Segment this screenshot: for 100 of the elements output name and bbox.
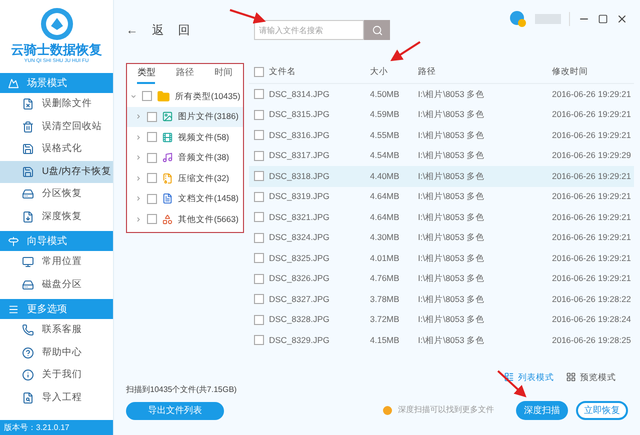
expand-caret-icon[interactable] [135,195,142,202]
table-cell: DSC_8316.JPG [269,128,330,142]
checkbox[interactable] [254,150,264,161]
expand-caret-icon[interactable] [135,134,142,141]
sidebar-item[interactable]: 帮助中心 [0,342,113,364]
file-type-icon [162,152,173,164]
sidebar-item[interactable]: 分区恢复 [0,183,113,206]
logo-icon [38,6,74,42]
sidebar-item[interactable]: 关于我们 [0,364,113,386]
checkbox[interactable] [147,173,157,184]
expand-caret-icon[interactable] [130,92,137,100]
search-button[interactable] [364,20,390,40]
table-row[interactable]: DSC_8326.JPG 4.76MB I:\相片\8053 多色 2016-06-26 19:29:21 [249,268,634,289]
checkbox[interactable] [254,274,264,284]
sidebar-item[interactable]: 误格式化 [0,138,113,160]
checkbox[interactable] [147,152,157,163]
table-row[interactable]: DSC_8321.JPG 4.64MB I:\相片\8053 多色 2016-06-26 19:29:21 [249,207,634,228]
checkbox[interactable] [254,130,264,140]
table-cell: I:\相片\8053 多色 [418,212,485,222]
table-cell: 3.78MB [370,294,400,304]
action-button[interactable]: 立即恢复 [576,401,628,420]
maximize-icon[interactable] [598,14,608,24]
checkbox[interactable] [254,232,264,243]
checkbox[interactable] [254,110,264,120]
expand-caret-icon[interactable] [135,216,142,223]
sidebar-item[interactable]: 常用位置 [0,251,113,274]
checkbox[interactable] [147,214,157,224]
table-row[interactable]: DSC_8318.JPG 4.40MB I:\相片\8053 多色 2016-06-26 19:29:21 [249,166,634,186]
checkbox[interactable] [147,112,157,122]
section-title: 场景模式 [27,76,67,90]
table-cell: DSC_8319.JPG [269,190,330,204]
tree-item[interactable]: 视频文件(58) [127,127,243,148]
table-cell: 2016-06-26 19:28:25 [552,334,631,345]
tree-item[interactable]: 压缩文件(32) [127,168,243,188]
table-cell: 2016-06-26 19:29:21 [552,191,631,202]
checkbox[interactable] [147,132,157,142]
checkbox[interactable] [254,253,264,264]
checkbox[interactable] [147,194,157,204]
table-row[interactable]: DSC_8314.JPG 4.50MB I:\相片\8053 多色 2016-06-26 19:29:21 [249,84,634,104]
tree-item[interactable]: 图片文件(3186) [127,106,243,127]
table-cell: DSC_8326.JPG [269,272,330,286]
expand-caret-icon[interactable] [135,113,142,120]
scan-summary: 扫描到10435个文件(共7.15GB) [126,384,237,396]
table-cell: I:\相片\8053 多色 [418,130,485,140]
table-cell: 4.40MB [370,170,400,181]
table-cell: 2016-06-26 19:28:24 [552,314,631,324]
table-row[interactable]: DSC_8324.JPG 4.30MB I:\相片\8053 多色 2016-06-26 19:29:21 [249,228,634,248]
checkbox[interactable] [254,89,264,100]
table-cell: I:\相片\8053 多色 [418,170,485,181]
tree-item[interactable]: 音频文件(38) [127,148,243,168]
tree-item[interactable]: 其他文件(5663) [127,209,243,230]
table-cell: DSC_8318.JPG [269,170,330,183]
filter-tab[interactable]: 时间 [214,66,233,84]
sidebar-item[interactable]: 导入工程 [0,386,113,409]
folder-icon [157,90,170,103]
checkbox[interactable] [254,335,264,346]
table-cell: 4.50MB [370,88,400,99]
tree-item[interactable]: 所有类型(10435) [127,86,243,106]
item-icon [22,324,34,336]
sidebar-item[interactable]: 误删除文件 [0,93,113,116]
filter-tab[interactable]: 类型 [137,66,156,84]
sidebar-item[interactable]: 深度恢复 [0,206,113,228]
checkbox[interactable] [142,91,152,102]
filter-tab[interactable]: 路径 [176,66,194,84]
item-icon [22,392,34,404]
sidebar-item[interactable]: 磁盘分区 [0,274,113,296]
column-header: 路径 [418,66,436,76]
table-row[interactable]: DSC_8329.JPG 4.15MB I:\相片\8053 多色 2016-06-26 19:28:25 [249,330,634,350]
table-cell: 2016-06-26 19:29:29 [552,150,631,160]
expand-caret-icon[interactable] [135,174,142,182]
file-type-icon [162,172,173,184]
sidebar-item[interactable]: 误清空回收站 [0,116,113,138]
table-cell: DSC_8314.JPG [269,88,330,101]
sidebar-item[interactable]: U盘/内存卡恢复 [0,160,113,183]
user-avatar-icon[interactable] [509,10,527,28]
view-mode-toggle[interactable]: 预览模式 [566,370,616,384]
checkbox[interactable] [254,192,264,202]
item-icon [22,278,34,291]
checkbox[interactable] [254,314,264,325]
checkbox[interactable] [254,294,264,304]
table-row[interactable]: DSC_8316.JPG 4.55MB I:\相片\8053 多色 2016-06-26 19:29:21 [249,125,634,146]
table-row[interactable]: DSC_8315.JPG 4.59MB I:\相片\8053 多色 2016-06-26 19:29:21 [249,104,634,125]
table-cell: I:\相片\8053 多色 [418,273,485,284]
table-row[interactable]: DSC_8317.JPG 4.54MB I:\相片\8053 多色 2016-06-26 19:29:29 [249,146,634,166]
column-header: 修改时间 [552,66,588,76]
checkbox[interactable] [254,66,264,76]
expand-caret-icon[interactable] [135,154,142,162]
table-row[interactable]: DSC_8319.JPG 4.64MB I:\相片\8053 多色 2016-06-26 19:29:21 [249,186,634,207]
annotation-arrow [390,41,421,62]
checkbox[interactable] [254,212,264,222]
table-row[interactable]: DSC_8325.JPG 4.01MB I:\相片\8053 多色 2016-06-26 19:29:21 [249,248,634,268]
close-icon[interactable] [616,13,628,25]
sidebar-item[interactable]: 联系客服 [0,319,113,342]
tree-item[interactable]: 文档文件(1458) [127,188,243,209]
file-type-icon [162,132,173,143]
table-row[interactable]: DSC_8328.JPG 3.72MB I:\相片\8053 多色 2016-06-26 19:28:24 [249,310,634,330]
back-button[interactable]: ← 返 回 [126,21,190,39]
search-field[interactable]: 请输入文件名搜索 [254,20,364,40]
table-row[interactable]: DSC_8327.JPG 3.78MB I:\相片\8053 多色 2016-06-26 19:28:22 [249,289,634,310]
checkbox[interactable] [254,171,264,182]
